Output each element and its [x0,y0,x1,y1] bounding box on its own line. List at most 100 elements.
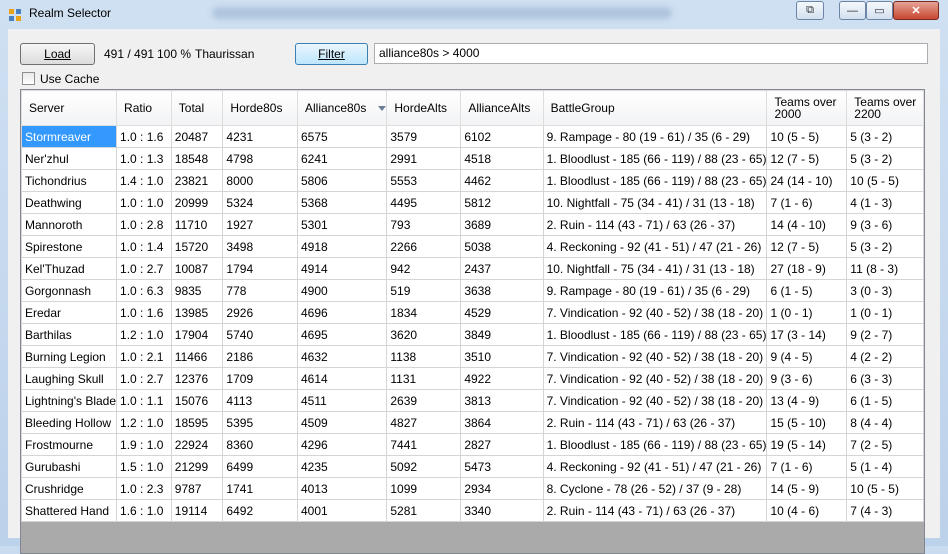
table-cell[interactable]: 1.0 : 1.3 [116,147,172,170]
table-cell[interactable]: 7. Vindication - 92 (40 - 52) / 38 (18 -… [542,345,768,368]
table-cell[interactable]: 1. Bloodlust - 185 (66 - 119) / 88 (23 -… [542,323,768,346]
table-cell[interactable]: 7. Vindication - 92 (40 - 52) / 38 (18 -… [542,389,768,412]
table-row[interactable]: Shattered Hand 1.6 : 1.0 19114 6492 4001 5281… [21,499,924,522]
table-cell[interactable]: 20999 [170,191,224,214]
table-cell[interactable]: 1.0 : 1.6 [116,125,172,148]
table-cell[interactable]: 1.0 : 1.1 [116,389,172,412]
table-row[interactable]: Crushridge 1.0 : 2.3 9787 1741 4013 1099 2934 8… [21,477,924,500]
table-cell[interactable]: 11466 [170,345,224,368]
table-cell[interactable]: 7 (2 - 5) [846,433,924,456]
table-row[interactable]: Lightning's Blade 1.0 : 1.1 15076 4113 4511 2… [21,389,924,412]
table-cell[interactable]: 1.0 : 2.8 [116,213,172,236]
col-header-alliance80s[interactable]: Alliance80s [296,90,388,126]
table-cell[interactable]: 2. Ruin - 114 (43 - 71) / 63 (26 - 37) [542,411,768,434]
table-cell[interactable]: 3689 [460,213,544,236]
table-cell[interactable]: 1.0 : 1.6 [116,301,172,324]
table-cell[interactable]: 3849 [460,323,544,346]
col-header-horde80s[interactable]: Horde80s [222,90,298,126]
table-cell[interactable]: 15720 [170,235,224,258]
table-cell[interactable]: 4918 [296,235,388,258]
table-cell[interactable]: 1741 [222,477,298,500]
table-row[interactable]: Gorgonnash 1.0 : 6.3 9835 778 4900 519 3638 9. … [21,279,924,302]
table-cell[interactable]: 4511 [296,389,388,412]
table-cell[interactable]: 1.0 : 6.3 [116,279,172,302]
table-cell[interactable]: Gorgonnash [21,279,118,302]
table-cell[interactable]: 19 (5 - 14) [766,433,848,456]
table-cell[interactable]: 3638 [460,279,544,302]
table-cell[interactable]: 1. Bloodlust - 185 (66 - 119) / 88 (23 -… [542,433,768,456]
table-cell[interactable]: 1.0 : 2.3 [116,477,172,500]
table-cell[interactable]: 7 (4 - 3) [846,499,924,522]
table-row[interactable]: Mannoroth 1.0 : 2.8 11710 1927 5301 793 3689 2.… [21,213,924,236]
table-cell[interactable]: Shattered Hand [21,499,118,522]
table-cell[interactable]: 17 (3 - 14) [766,323,848,346]
table-cell[interactable]: 4235 [296,455,388,478]
table-cell[interactable]: Eredar [21,301,118,324]
table-cell[interactable]: Spirestone [21,235,118,258]
table-cell[interactable]: 5301 [296,213,388,236]
table-cell[interactable]: 1.0 : 2.1 [116,345,172,368]
table-cell[interactable]: 4001 [296,499,388,522]
table-cell[interactable]: 12376 [170,367,224,390]
table-cell[interactable]: 4922 [460,367,544,390]
table-cell[interactable]: 4614 [296,367,388,390]
table-cell[interactable]: Mannoroth [21,213,118,236]
table-cell[interactable]: 14 (4 - 10) [766,213,848,236]
table-cell[interactable]: 4013 [296,477,388,500]
table-cell[interactable]: 1. Bloodlust - 185 (66 - 119) / 88 (23 -… [542,169,768,192]
table-cell[interactable]: Barthilas [21,323,118,346]
table-cell[interactable]: Laughing Skull [21,367,118,390]
table-cell[interactable]: 9787 [170,477,224,500]
table-cell[interactable]: 20487 [170,125,224,148]
table-cell[interactable]: 1099 [386,477,462,500]
table-cell[interactable]: 1 (0 - 1) [766,301,848,324]
table-cell[interactable]: 3620 [386,323,462,346]
table-row[interactable]: Frostmourne 1.9 : 1.0 22924 8360 4296 7441 282… [21,433,924,456]
table-cell[interactable]: 4113 [222,389,298,412]
table-cell[interactable]: 8. Cyclone - 78 (26 - 52) / 37 (9 - 28) [542,477,768,500]
table-cell[interactable]: 2. Ruin - 114 (43 - 71) / 63 (26 - 37) [542,499,768,522]
table-row[interactable]: Gurubashi 1.5 : 1.0 21299 6499 4235 5092 5473 4… [21,455,924,478]
table-cell[interactable]: 18595 [170,411,224,434]
table-cell[interactable]: 2. Ruin - 114 (43 - 71) / 63 (26 - 37) [542,213,768,236]
table-cell[interactable]: 1.5 : 1.0 [116,455,172,478]
use-cache-checkbox[interactable] [22,72,35,85]
table-row[interactable]: Barthilas 1.2 : 1.0 17904 5740 4695 3620 3849 1… [21,323,924,346]
table-cell[interactable]: 13985 [170,301,224,324]
table-cell[interactable]: 11 (8 - 3) [846,257,924,280]
table-cell[interactable]: 10. Nightfall - 75 (34 - 41) / 31 (13 - … [542,191,768,214]
table-row[interactable]: Deathwing 1.0 : 1.0 20999 5324 5368 4495 5812 1… [21,191,924,214]
table-cell[interactable]: 10 (5 - 5) [766,125,848,148]
table-cell[interactable]: 9 (3 - 6) [766,367,848,390]
col-header-hordealts[interactable]: HordeAlts [386,90,462,126]
table-cell[interactable]: 9 (4 - 5) [766,345,848,368]
table-cell[interactable]: 10. Nightfall - 75 (34 - 41) / 31 (13 - … [542,257,768,280]
filter-input[interactable]: alliance80s > 4000 [374,43,928,64]
table-cell[interactable]: 4 (2 - 2) [846,345,924,368]
table-cell[interactable]: 1.6 : 1.0 [116,499,172,522]
table-cell[interactable]: 4462 [460,169,544,192]
table-cell[interactable]: 3 (0 - 3) [846,279,924,302]
table-cell[interactable]: 5395 [222,411,298,434]
table-cell[interactable]: 7. Vindication - 92 (40 - 52) / 38 (18 -… [542,367,768,390]
table-cell[interactable]: 1.0 : 2.7 [116,367,172,390]
table-cell[interactable]: 6575 [296,125,388,148]
table-cell[interactable]: Stormreaver [21,125,118,148]
table-cell[interactable]: 1927 [222,213,298,236]
table-cell[interactable]: Frostmourne [21,433,118,456]
table-cell[interactable]: 3498 [222,235,298,258]
table-cell[interactable]: 1.0 : 1.0 [116,191,172,214]
table-cell[interactable]: 13 (4 - 9) [766,389,848,412]
col-header-teams-2200[interactable]: Teams over 2200 [846,90,924,126]
table-cell[interactable]: 24 (14 - 10) [766,169,848,192]
table-cell[interactable]: 2437 [460,257,544,280]
table-cell[interactable]: 2934 [460,477,544,500]
restore-extra-button[interactable]: ⧉ [796,1,824,20]
table-cell[interactable]: 15 (5 - 10) [766,411,848,434]
table-cell[interactable]: 7441 [386,433,462,456]
table-cell[interactable]: 12 (7 - 5) [766,235,848,258]
table-cell[interactable]: 778 [222,279,298,302]
table-cell[interactable]: 4495 [386,191,462,214]
table-cell[interactable]: 9. Rampage - 80 (19 - 61) / 35 (6 - 29) [542,125,768,148]
table-row[interactable]: Laughing Skull 1.0 : 2.7 12376 1709 4614 1131… [21,367,924,390]
